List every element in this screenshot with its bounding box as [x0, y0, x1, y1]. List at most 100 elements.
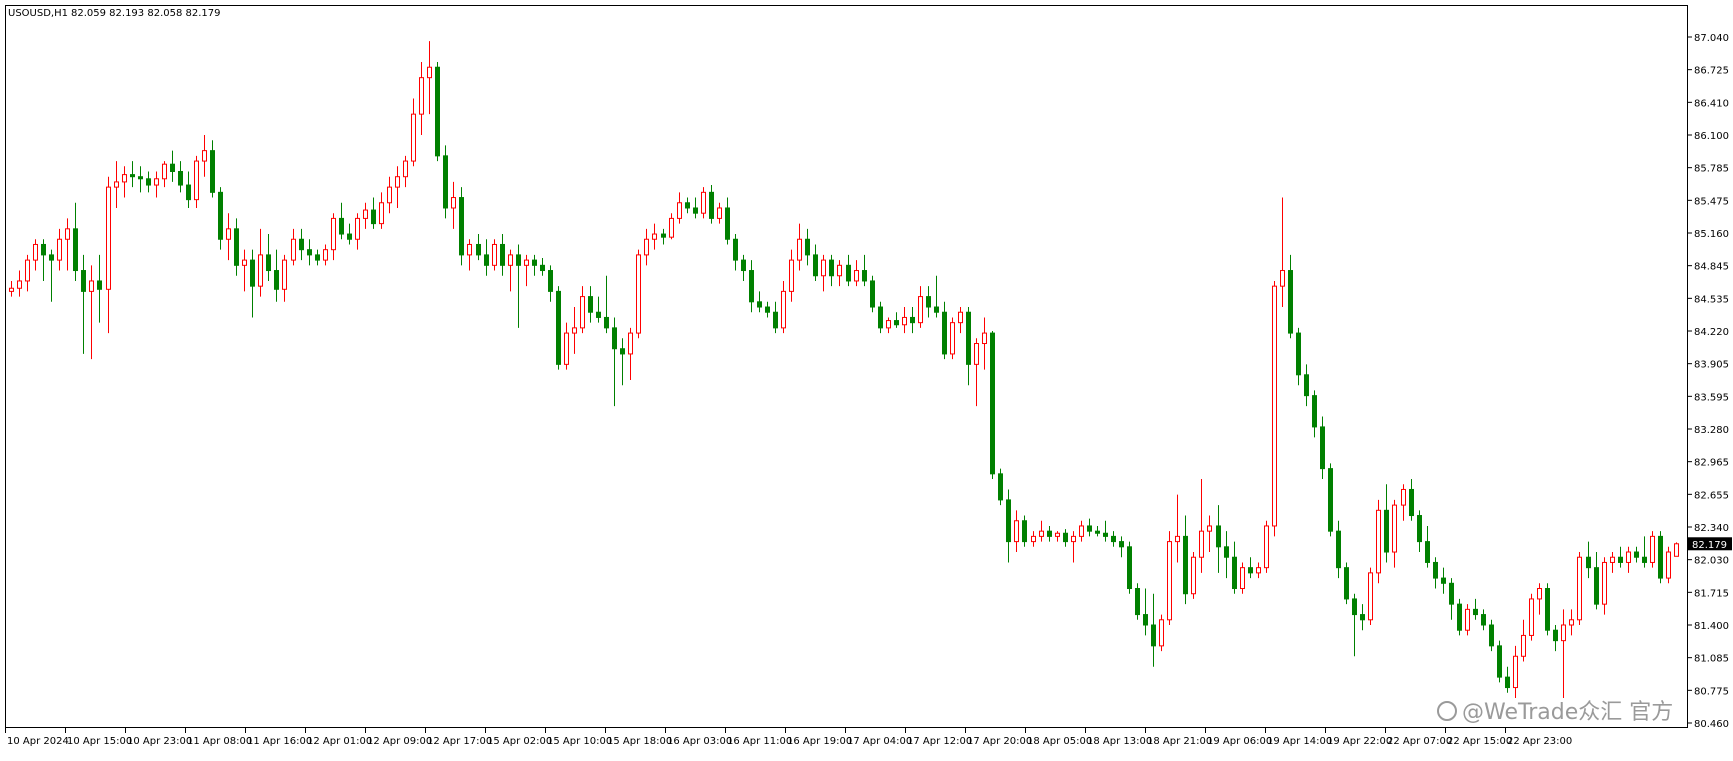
- candle-body: [1425, 541, 1430, 563]
- candle-body: [1457, 603, 1462, 631]
- candle-body: [355, 217, 360, 240]
- candle-body: [669, 217, 674, 238]
- candle-body: [1240, 567, 1245, 590]
- candle-body: [170, 163, 175, 172]
- candle-body: [733, 238, 738, 261]
- candle-body: [1063, 532, 1068, 543]
- candle-body: [966, 311, 971, 365]
- candle-body: [419, 77, 424, 115]
- candle-body: [9, 287, 14, 292]
- price-tick-label: 85.785: [1694, 164, 1729, 175]
- candle-body: [234, 228, 239, 266]
- candle-body: [958, 311, 963, 324]
- candle-body: [749, 270, 754, 303]
- candle-body: [829, 259, 834, 277]
- candle-body: [725, 207, 730, 240]
- candle-body: [524, 259, 529, 266]
- candle-body: [274, 270, 279, 290]
- candle-body: [1674, 543, 1679, 557]
- candle-body: [612, 327, 617, 350]
- candle-body: [1489, 624, 1494, 647]
- candle-body: [1658, 535, 1663, 579]
- candle: [1666, 546, 1671, 584]
- time-tick-label: 19 Apr 06:00: [1207, 736, 1272, 747]
- candle: [1272, 280, 1277, 537]
- candle-body: [805, 238, 810, 256]
- candle-body: [709, 191, 714, 219]
- time-tick-label: 22 Apr 23:00: [1507, 736, 1572, 747]
- price-tick-label: 82.340: [1694, 523, 1729, 534]
- candle-body: [910, 316, 915, 324]
- candle-body: [1610, 556, 1615, 563]
- candle-body: [492, 243, 497, 266]
- candle-body: [210, 150, 215, 193]
- time-tick-label: 15 Apr 18:00: [607, 736, 672, 747]
- candle-body: [1618, 556, 1623, 563]
- candle-body: [1376, 509, 1381, 574]
- candle-body: [693, 207, 698, 214]
- candle-body: [1216, 525, 1221, 548]
- candle-body: [878, 306, 883, 329]
- candle-body: [846, 264, 851, 282]
- candle-body: [307, 249, 312, 256]
- candle-body: [1401, 488, 1406, 506]
- price-tick-label: 82.030: [1694, 556, 1729, 567]
- candle-body: [1232, 556, 1237, 590]
- time-tick-label: 12 Apr 09:00: [367, 736, 432, 747]
- candle-body: [459, 197, 464, 256]
- price-tick-label: 83.280: [1694, 425, 1729, 436]
- candle-body: [1183, 535, 1188, 595]
- time-tick-label: 22 Apr 15:00: [1447, 736, 1512, 747]
- candle: [1167, 531, 1172, 625]
- price-tick-label: 86.100: [1694, 131, 1729, 142]
- candle-body: [1159, 619, 1164, 647]
- candle-body: [1006, 499, 1011, 543]
- candle-body: [862, 270, 867, 282]
- candle-body: [1167, 541, 1172, 621]
- candle: [1658, 531, 1663, 584]
- candle-body: [1199, 530, 1204, 558]
- price-tick-label: 81.400: [1694, 621, 1729, 632]
- candle-body: [258, 254, 263, 287]
- candle-body: [1055, 532, 1060, 537]
- candle-body: [854, 270, 859, 282]
- watermark-text: @WeTrade众汇 官方: [1462, 700, 1673, 725]
- candle-body: [81, 270, 86, 292]
- candle-body: [821, 259, 826, 277]
- candle-body: [57, 238, 62, 261]
- candle: [870, 275, 875, 313]
- candle-body: [1529, 598, 1534, 636]
- candle-body: [114, 181, 119, 188]
- candle-body: [677, 202, 682, 219]
- candle: [950, 317, 955, 360]
- candle-body: [178, 170, 183, 186]
- candle-body: [89, 280, 94, 292]
- candle-body: [532, 259, 537, 266]
- candle-body: [572, 327, 577, 334]
- time-tick-label: 11 Apr 08:00: [187, 736, 252, 747]
- candle-body: [1022, 520, 1027, 543]
- price-tick-label: 83.905: [1694, 360, 1729, 371]
- candle-body: [1296, 332, 1301, 376]
- candle-body: [1071, 535, 1076, 543]
- price-chart[interactable]: 87.040 86.725 86.410 86.100 85.785 85.475 85.1…: [0, 0, 1733, 756]
- candle-body: [741, 259, 746, 272]
- time-tick-label: 22 Apr 07:00: [1387, 736, 1452, 747]
- candle-body: [1368, 572, 1373, 621]
- candle-body: [73, 228, 78, 272]
- candle-body: [926, 296, 931, 308]
- chart-svg[interactable]: 87.040 86.725 86.410 86.100 85.785 85.475 85.1…: [0, 0, 1733, 756]
- candle-body: [1224, 546, 1229, 558]
- candle-body: [1095, 530, 1100, 534]
- candle-body: [556, 290, 561, 365]
- candle-body: [1594, 567, 1599, 605]
- candle-body: [974, 343, 979, 365]
- candle-body: [1191, 556, 1196, 595]
- candle-body: [33, 243, 38, 261]
- candle-body: [315, 254, 320, 261]
- candle-body: [1175, 535, 1180, 543]
- candle-body: [1384, 509, 1389, 553]
- candle: [1159, 614, 1164, 652]
- chart-ohlc: 82.059 82.193 82.058 82.179: [71, 8, 221, 19]
- candle-body: [1409, 488, 1414, 517]
